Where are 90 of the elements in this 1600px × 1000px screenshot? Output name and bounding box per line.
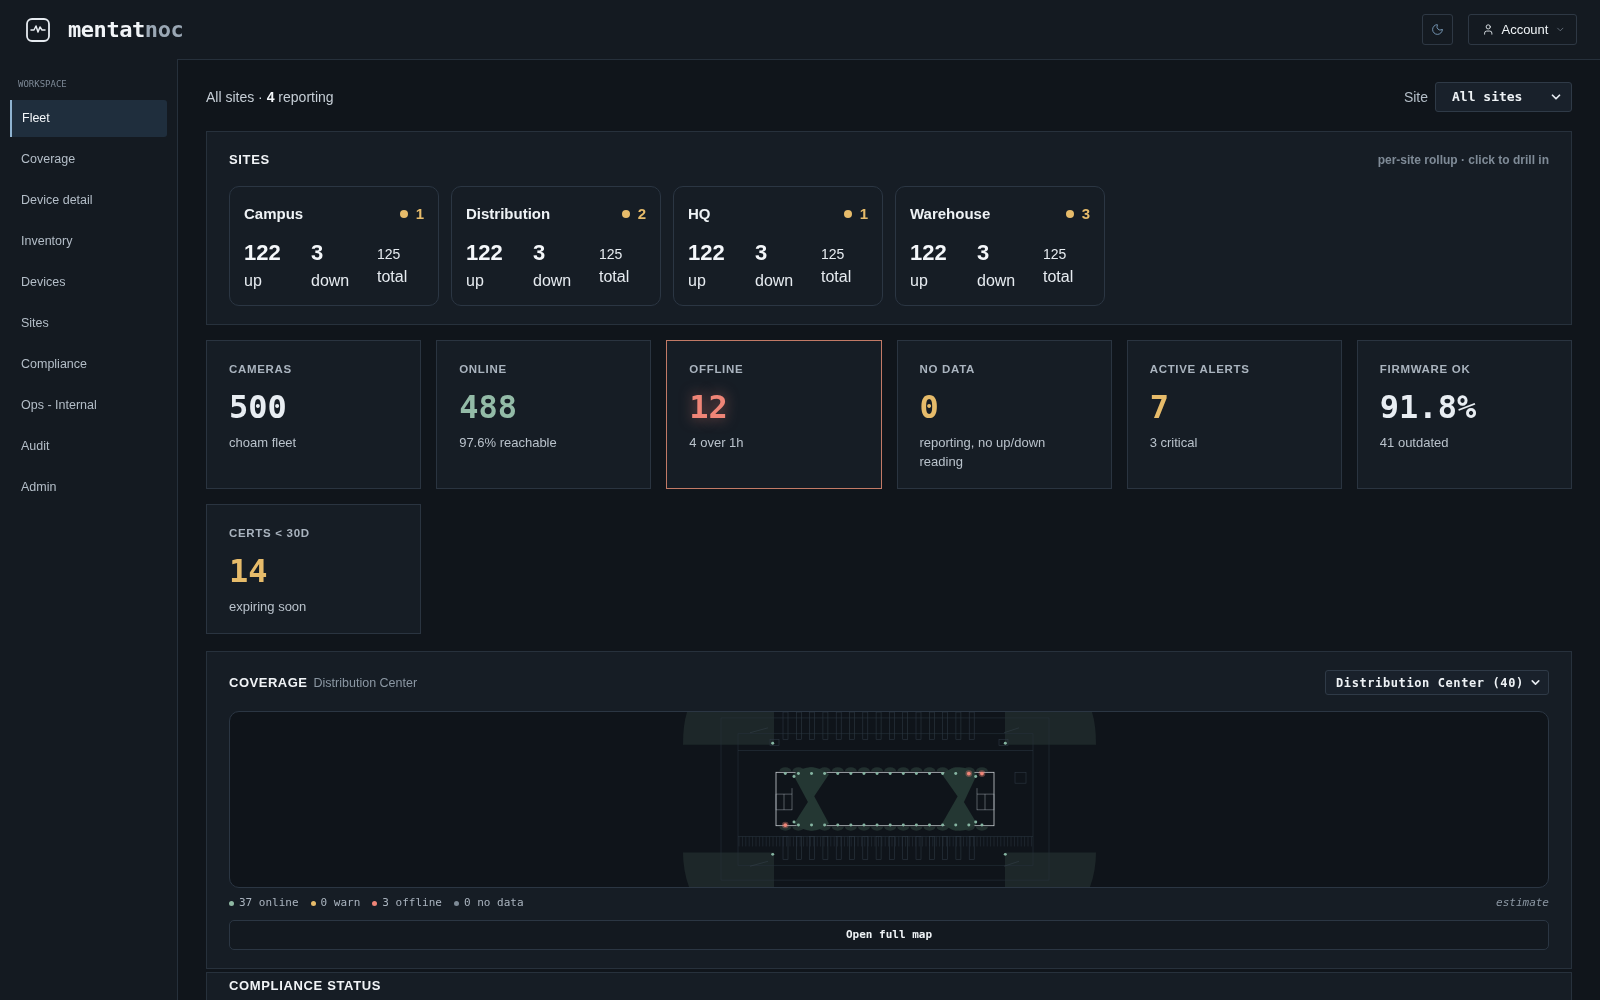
- site-name: HQ: [688, 203, 711, 224]
- panel-title: COVERAGE: [229, 673, 308, 692]
- down-count: 3: [311, 240, 325, 266]
- brand-name: mentatnoc: [68, 16, 184, 44]
- up-label: up: [910, 271, 929, 291]
- sidebar-item[interactable]: Ops - Internal: [10, 387, 167, 424]
- down-count: 3: [533, 240, 547, 266]
- stat-label: FIRMWARE OK: [1379, 362, 1472, 377]
- legend-label: 37 online: [239, 894, 299, 911]
- alert-count: 2: [637, 203, 646, 224]
- stat-label: ONLINE: [459, 362, 508, 377]
- sidebar-item[interactable]: Fleet: [10, 100, 167, 137]
- down-label: down: [533, 271, 573, 291]
- sidebar-item[interactable]: Coverage: [10, 141, 167, 178]
- total-count: 125: [1043, 244, 1068, 263]
- stat-note: 41 outdated: [1379, 434, 1450, 452]
- moon-icon: [1431, 23, 1444, 36]
- stat-value: 12: [689, 389, 729, 425]
- down-count: 3: [977, 240, 991, 266]
- sidebar-item[interactable]: Devices: [10, 264, 167, 301]
- total-count: 125: [821, 244, 846, 263]
- total-count: 125: [377, 244, 402, 263]
- stat-note: choam fleet: [229, 434, 298, 452]
- stat-value: 500: [229, 389, 288, 425]
- site-name: Distribution: [466, 203, 551, 224]
- legend-label: 0 no data: [463, 894, 524, 911]
- open-map-button[interactable]: Open full map: [229, 920, 1549, 950]
- site-card[interactable]: Distribution 2 122 up 3 down 125 total: [451, 186, 661, 306]
- total-label: total: [377, 266, 409, 287]
- panel-subtitle: Distribution Center: [313, 674, 418, 692]
- down-label: down: [311, 271, 351, 291]
- sidebar-item[interactable]: Device detail: [10, 182, 167, 219]
- site-filter-label: Site: [1403, 87, 1428, 107]
- panel-title: COMPLIANCE STATUS: [229, 978, 382, 993]
- total-count: 125: [599, 244, 624, 263]
- stat-label: CAMERAS: [229, 362, 293, 377]
- alert-count: 1: [859, 203, 868, 224]
- total-label: total: [1043, 266, 1075, 287]
- stat-value: 91.8%: [1379, 389, 1478, 425]
- stat-label: OFFLINE: [689, 362, 745, 377]
- site-select[interactable]: Distribution Center (40): [1325, 670, 1549, 695]
- site-name: Warehouse: [910, 203, 991, 224]
- total-label: total: [599, 266, 631, 287]
- site-card[interactable]: Warehouse 3 122 up 3 down 125 total: [895, 186, 1105, 306]
- up-label: up: [466, 271, 485, 291]
- down-count: 3: [755, 240, 769, 266]
- site-name: Campus: [244, 203, 304, 224]
- site-select[interactable]: All sites: [1435, 82, 1572, 112]
- estimate-note: estimate: [1496, 894, 1549, 911]
- panel-title: SITES: [229, 151, 270, 170]
- stat-label: NO DATA: [919, 362, 976, 377]
- coverage-map[interactable]: [229, 711, 1549, 888]
- up-count: 122: [244, 240, 282, 266]
- sidebar-item[interactable]: Sites: [10, 305, 167, 342]
- summary-text: All sites · 4 reporting: [206, 87, 334, 107]
- stat-note: 97.6% reachable: [459, 434, 558, 452]
- up-count: 122: [466, 240, 504, 266]
- stat-value: 488: [459, 389, 518, 425]
- theme-toggle-button[interactable]: [1422, 14, 1453, 45]
- stat-note: 3 critical: [1149, 434, 1199, 452]
- stat-value: 0: [919, 389, 940, 425]
- site-card[interactable]: HQ 1 122 up 3 down 125 total: [673, 186, 883, 306]
- alert-count: 3: [1081, 203, 1090, 224]
- up-count: 122: [688, 240, 726, 266]
- down-label: down: [977, 271, 1017, 291]
- stat-label: ACTIVE ALERTS: [1149, 362, 1251, 377]
- stat-label: CERTS < 30D: [229, 526, 311, 541]
- user-icon: [1482, 23, 1495, 36]
- sidebar-section-label: WORKSPACE: [17, 78, 68, 90]
- legend-label: 0 warn: [320, 894, 361, 911]
- sidebar-item[interactable]: Compliance: [10, 346, 167, 383]
- alert-count: 1: [415, 203, 424, 224]
- stat-note: reporting, no up/down reading: [919, 434, 1047, 471]
- legend-label: 3 offline: [382, 894, 442, 911]
- down-label: down: [755, 271, 795, 291]
- up-label: up: [688, 271, 707, 291]
- up-label: up: [244, 271, 263, 291]
- stat-value: 14: [229, 553, 269, 589]
- account-button[interactable]: Account: [1468, 14, 1577, 45]
- up-count: 122: [910, 240, 948, 266]
- stat-value: 7: [1149, 389, 1170, 425]
- sidebar-item[interactable]: Admin: [10, 469, 167, 506]
- logo-icon: [26, 17, 50, 42]
- sidebar-item[interactable]: Inventory: [10, 223, 167, 260]
- sidebar-item[interactable]: Audit: [10, 428, 167, 465]
- panel-note: per-site rollup · click to drill in: [1377, 152, 1549, 169]
- stat-note: 4 over 1h: [689, 434, 745, 452]
- stat-note: expiring soon: [229, 598, 308, 616]
- total-label: total: [821, 266, 853, 287]
- site-card[interactable]: Campus 1 122 up 3 down 125 total: [229, 186, 439, 306]
